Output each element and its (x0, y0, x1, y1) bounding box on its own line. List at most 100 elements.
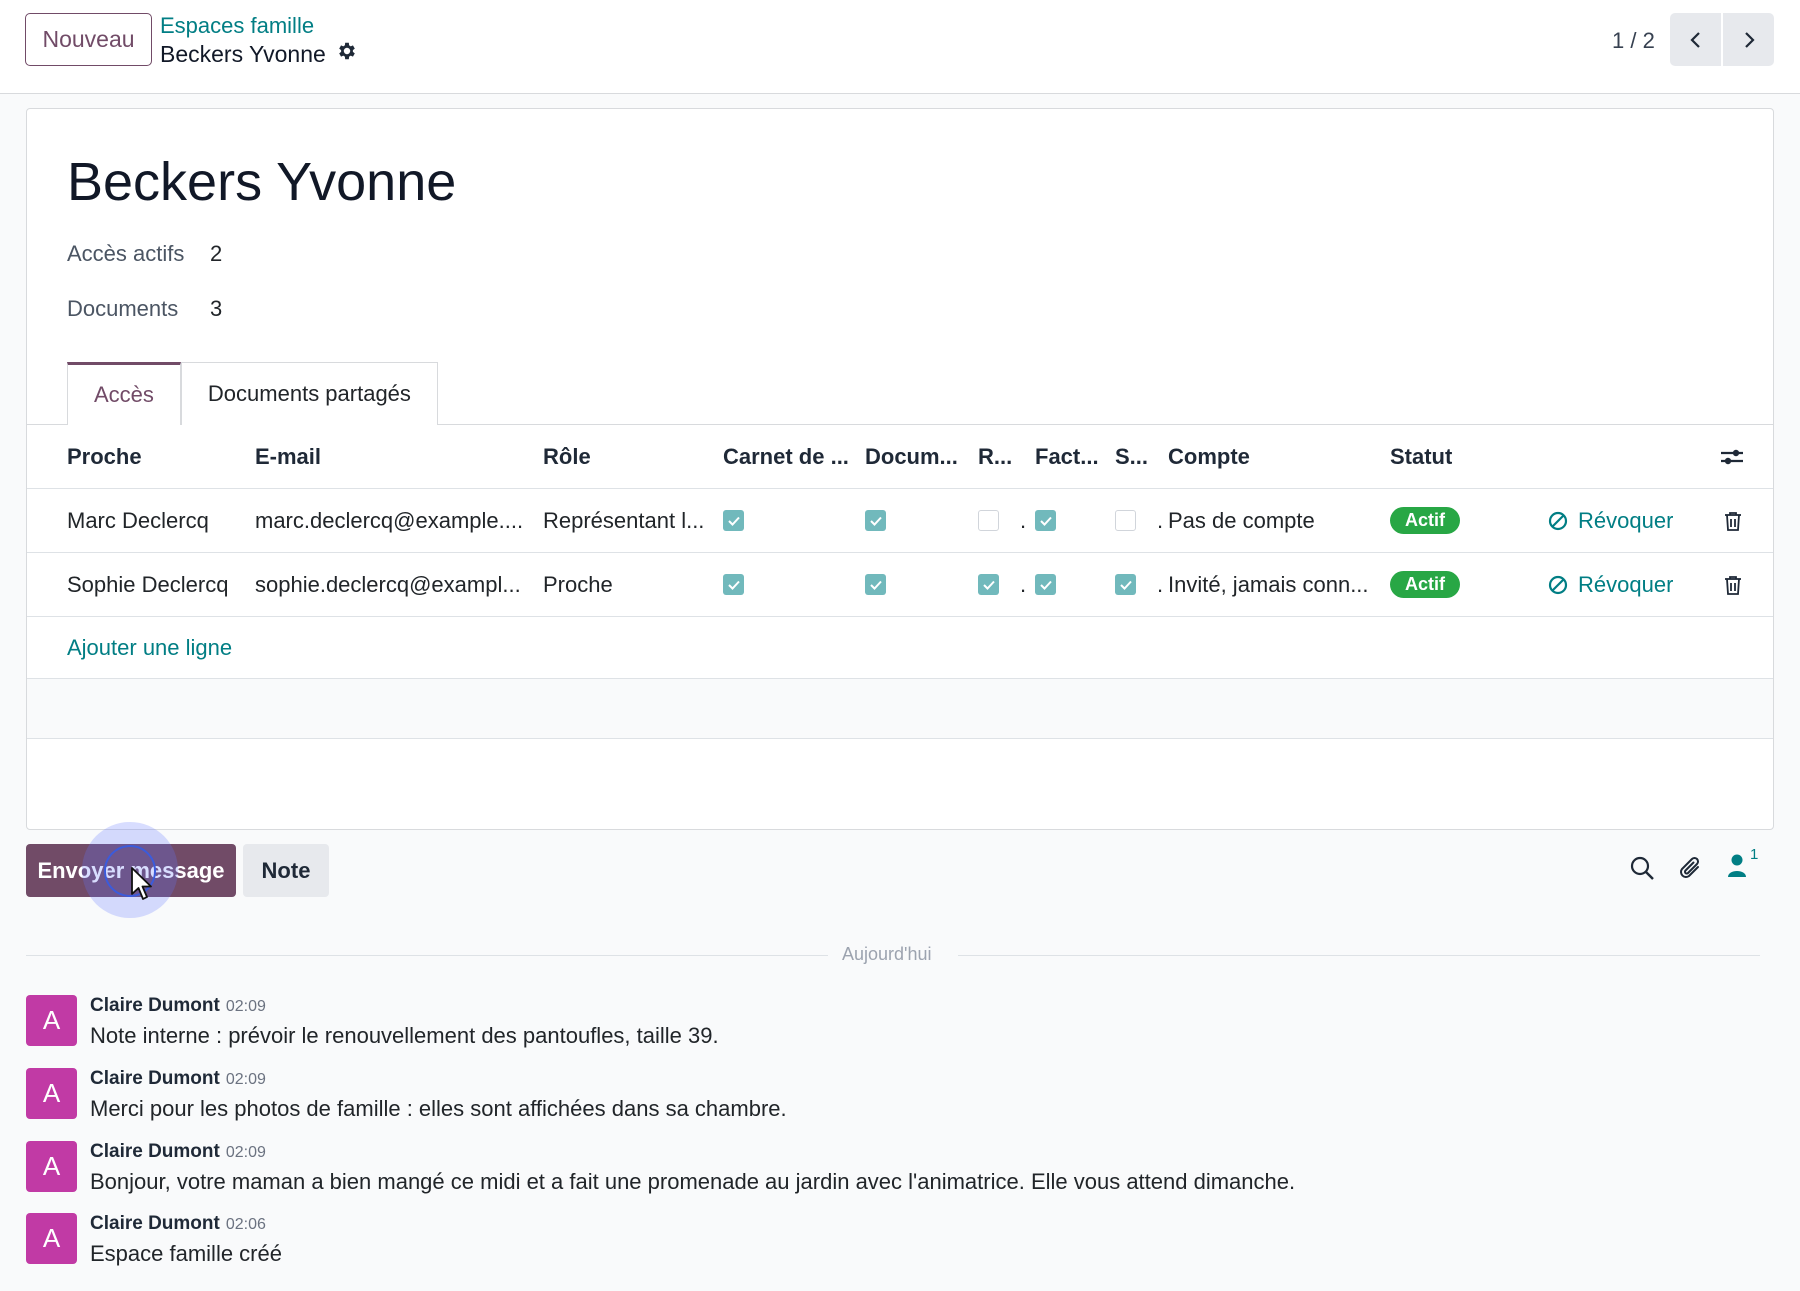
cell-role[interactable]: Proche (543, 553, 713, 616)
revoke-label: Révoquer (1578, 571, 1674, 597)
checkbox-docum[interactable] (865, 489, 886, 552)
message-author[interactable]: Claire Dumont (90, 1213, 220, 1234)
cell-separator: . (1157, 571, 1164, 597)
revoke-button[interactable]: Révoquer (1548, 553, 1673, 616)
check-icon (1115, 574, 1136, 595)
message-author[interactable]: Claire Dumont (90, 1141, 220, 1162)
col-fact[interactable]: Fact... (1035, 425, 1099, 488)
check-icon (1035, 510, 1056, 531)
check-icon (978, 574, 999, 595)
status-badge-label: Actif (1390, 507, 1460, 534)
col-r[interactable]: R... (978, 425, 1012, 488)
cell-role[interactable]: Représentant l... (543, 489, 713, 552)
col-s[interactable]: S... (1115, 425, 1148, 488)
cell-proche[interactable]: Marc Declercq (67, 489, 209, 552)
field-value[interactable]: 2 (210, 241, 222, 267)
avatar[interactable]: A (26, 1068, 77, 1119)
message: A Claire Dumont 02:06 Espace famille créé (26, 1213, 1726, 1277)
log-note-button[interactable]: Note (243, 844, 329, 897)
breadcrumb-current-label: Beckers Yvonne (160, 40, 326, 67)
new-button[interactable]: Nouveau (25, 13, 152, 66)
col-role[interactable]: Rôle (543, 425, 591, 488)
mouse-cursor-icon (131, 867, 152, 900)
form-sheet: Beckers Yvonne Accès actifs 2 Documents … (26, 108, 1774, 830)
date-divider-label: Aujourd'hui (842, 944, 932, 964)
field-label: Documents (67, 296, 179, 321)
message: A Claire Dumont 02:09 Note interne : prév… (26, 995, 1726, 1059)
col-docum[interactable]: Docum... (865, 425, 958, 488)
control-panel: Nouveau Espaces famille Beckers Yvonne 1… (0, 0, 1800, 94)
col-proche[interactable]: Proche (67, 425, 142, 488)
col-email[interactable]: E-mail (255, 425, 321, 488)
record-title: Beckers Yvonne (67, 152, 457, 212)
add-line-link[interactable]: Ajouter une ligne (67, 617, 232, 678)
message-body: Merci pour les photos de famille : elles… (90, 1096, 787, 1121)
cell-email[interactable]: marc.declercq@example.... (255, 489, 531, 552)
checkbox-carnet[interactable] (723, 553, 744, 616)
message: A Claire Dumont 02:09 Merci pour les phot… (26, 1068, 1726, 1132)
checkbox-s[interactable] (1115, 553, 1136, 616)
table-header: Proche E-mail Rôle Carnet de ... Docum..… (27, 425, 1773, 489)
checkbox-r[interactable] (978, 489, 999, 552)
message-author-line: Claire Dumont 02:09 (90, 995, 266, 1017)
search-icon[interactable] (1629, 855, 1655, 881)
message-body: Espace famille créé (90, 1241, 282, 1266)
trash-icon[interactable] (1724, 553, 1742, 616)
revoke-label: Révoquer (1578, 507, 1674, 533)
revoke-button[interactable]: Révoquer (1548, 489, 1673, 552)
status-badge-label: Actif (1390, 571, 1460, 598)
checkbox-fact[interactable] (1035, 553, 1056, 616)
avatar[interactable]: A (26, 995, 77, 1046)
add-line-row: Ajouter une ligne (27, 617, 1773, 679)
status-badge: Actif (1390, 553, 1460, 616)
followers-button[interactable]: 1 (1727, 846, 1758, 878)
cell-email[interactable]: sophie.declercq@exampl... (255, 553, 531, 616)
checkbox-docum[interactable] (865, 553, 886, 616)
gear-icon[interactable] (336, 40, 358, 68)
message-time: 02:09 (225, 998, 266, 1015)
col-carnet[interactable]: Carnet de ... (723, 425, 849, 488)
cell-compte[interactable]: Pas de compte (1168, 489, 1380, 552)
checkbox-fact[interactable] (1035, 489, 1056, 552)
message: A Claire Dumont 02:09 Bonjour, votre mama… (26, 1141, 1726, 1205)
avatar[interactable]: A (26, 1141, 77, 1192)
field-label: Accès actifs (67, 241, 185, 266)
pager-next-button[interactable] (1723, 13, 1774, 66)
breadcrumb-parent[interactable]: Espaces famille (160, 13, 314, 39)
pager-value[interactable]: 1 / 2 (1612, 28, 1655, 54)
message-time: 02:09 (225, 1071, 266, 1088)
check-icon (865, 574, 886, 595)
cell-proche[interactable]: Sophie Declercq (67, 553, 228, 616)
checkbox-carnet[interactable] (723, 489, 744, 552)
checkbox-r[interactable] (978, 553, 999, 616)
col-statut[interactable]: Statut (1390, 425, 1452, 488)
breadcrumb-current: Beckers Yvonne (160, 40, 358, 68)
tab-documents-partages[interactable]: Documents partagés (180, 362, 438, 425)
check-icon (1035, 574, 1056, 595)
column-settings-icon[interactable] (1719, 425, 1745, 488)
col-compte[interactable]: Compte (1168, 425, 1250, 488)
message-author[interactable]: Claire Dumont (90, 995, 220, 1016)
message-time: 02:06 (225, 1216, 266, 1233)
date-divider-line (958, 955, 1760, 956)
trash-icon[interactable] (1724, 489, 1742, 552)
message-author-line: Claire Dumont 02:06 (90, 1213, 266, 1235)
table-row[interactable]: Marc Declercq marc.declercq@example.... … (27, 489, 1773, 553)
message-author[interactable]: Claire Dumont (90, 1068, 220, 1089)
field-documents: Documents 3 (67, 296, 222, 322)
cell-compte[interactable]: Invité, jamais conn... (1168, 553, 1380, 616)
notebook-tabs: Accès Documents partagés (67, 362, 438, 425)
check-icon (865, 510, 886, 531)
avatar[interactable]: A (26, 1213, 77, 1264)
tab-acces[interactable]: Accès (67, 362, 181, 425)
table-row[interactable]: Sophie Declercq sophie.declercq@exampl..… (27, 553, 1773, 617)
pager-previous-button[interactable] (1670, 13, 1721, 66)
paperclip-icon[interactable] (1678, 855, 1704, 883)
followers-count: 1 (1750, 846, 1759, 863)
chevron-right-icon (1744, 31, 1755, 48)
cell-separator: . (1020, 507, 1027, 533)
field-value[interactable]: 3 (210, 296, 222, 322)
checkbox-s[interactable] (1115, 489, 1136, 552)
check-icon (723, 510, 744, 531)
message-body: Note interne : prévoir le renouvellement… (90, 1023, 719, 1048)
